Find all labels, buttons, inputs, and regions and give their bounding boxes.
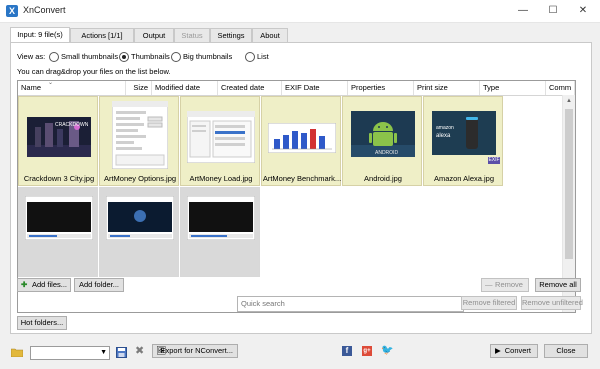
media-player-thumbnail xyxy=(25,196,93,240)
convert-icon: ▶ xyxy=(495,346,501,355)
svg-text:amazon: amazon xyxy=(436,125,454,131)
file-tile-artmoney-options[interactable]: ArtMoney Options.jpg xyxy=(99,96,179,186)
drag-drop-hint: You can drag&drop your files on the list… xyxy=(17,67,171,76)
benchmark-chart-thumbnail xyxy=(268,123,336,153)
folder-icon[interactable] xyxy=(11,347,23,357)
remove-button: — Remove xyxy=(481,278,529,292)
quick-search-input[interactable] xyxy=(237,296,464,312)
file-tile-android[interactable]: ANDROID Android.jpg xyxy=(342,96,422,186)
radio-list[interactable] xyxy=(245,52,255,62)
radio-thumbnails-label[interactable]: Thumbnails xyxy=(131,52,170,61)
tab-actions[interactable]: Actions [1/1] xyxy=(70,28,134,42)
tab-output[interactable]: Output xyxy=(134,28,174,42)
radio-list-label[interactable]: List xyxy=(257,52,269,61)
remove-unfiltered-button: Remove unfiltered xyxy=(521,296,583,310)
radio-thumbnails[interactable] xyxy=(119,52,129,62)
twitter-icon[interactable]: 🐦 xyxy=(381,345,393,356)
column-type[interactable]: Type xyxy=(480,81,546,95)
game-city-thumbnail: CRACKDOWN xyxy=(27,117,91,157)
add-files-label: Add files... xyxy=(31,280,67,289)
file-tile-artmoney-load[interactable]: ArtMoney Load.jpg xyxy=(180,96,260,186)
file-list-header: Name Size Modified date Created date EXI… xyxy=(18,81,575,96)
hot-folders-button[interactable]: Hot folders... xyxy=(17,316,67,330)
remove-filtered-button: Remove filtered xyxy=(461,296,517,310)
delete-x-icon[interactable]: ✖ xyxy=(135,344,144,357)
remove-all-button[interactable]: Remove all xyxy=(535,278,581,292)
media-player-thumbnail xyxy=(106,196,174,240)
column-created-date[interactable]: Created date xyxy=(218,81,282,95)
maximize-button[interactable]: ☐ xyxy=(538,0,568,22)
google-plus-icon[interactable]: g+ xyxy=(362,346,372,356)
svg-text:CRACKDOWN: CRACKDOWN xyxy=(55,122,89,128)
file-tile-media-2[interactable] xyxy=(99,187,179,277)
column-size[interactable]: Size xyxy=(126,81,152,95)
sort-chevron-icon: ⌄ xyxy=(48,80,54,86)
scrollbar-thumb[interactable] xyxy=(565,109,573,259)
media-player-thumbnail xyxy=(187,196,255,240)
chevron-down-icon: ▼ xyxy=(100,349,107,356)
remove-minus-icon: — xyxy=(485,280,493,289)
column-print-size[interactable]: Print size xyxy=(414,81,480,95)
add-folder-button[interactable]: Add folder... xyxy=(74,278,124,292)
file-tile-media-1[interactable] xyxy=(18,187,98,277)
column-comment[interactable]: Comm xyxy=(546,81,575,95)
convert-button[interactable]: ▶ Convert xyxy=(490,344,538,358)
radio-big-thumbnails[interactable] xyxy=(171,52,181,62)
load-dialog-thumbnail xyxy=(187,111,255,163)
file-name: ArtMoney Options.jpg xyxy=(103,174,177,183)
close-window-button[interactable]: ✕ xyxy=(568,0,598,22)
column-modified-date[interactable]: Modified date xyxy=(152,81,218,95)
title-bar: X XnConvert — ☐ ✕ xyxy=(0,0,600,23)
facebook-icon[interactable]: f xyxy=(342,346,352,356)
save-icon[interactable] xyxy=(116,347,127,358)
file-tile-crackdown[interactable]: CRACKDOWN Crackdown 3 City.jpg xyxy=(18,96,98,186)
exif-badge: EXIF xyxy=(488,157,500,164)
export-nconvert-button[interactable]: 🖼 Export for NConvert... xyxy=(152,344,238,358)
tab-input[interactable]: Input: 9 file(s) xyxy=(10,27,70,42)
radio-big-thumbnails-label[interactable]: Big thumbnails xyxy=(183,52,232,61)
export-icon: 🖼 xyxy=(156,346,167,355)
column-exif-date[interactable]: EXIF Date xyxy=(282,81,348,95)
close-button[interactable]: Close xyxy=(544,344,588,358)
file-name: Amazon Alexa.jpg xyxy=(433,174,495,183)
xnconvert-app-icon: X xyxy=(6,5,18,17)
add-plus-icon: ✚ xyxy=(21,280,28,289)
tab-status: Status xyxy=(174,28,210,42)
view-as-label: View as: xyxy=(17,52,46,61)
options-dialog-thumbnail xyxy=(112,101,168,169)
input-tab-panel: View as: Small thumbnails Thumbnails Big… xyxy=(10,42,592,334)
radio-small-thumbnails-label[interactable]: Small thumbnails xyxy=(61,52,118,61)
window-title: XnConvert xyxy=(23,5,66,15)
file-tile-artmoney-benchmark[interactable]: ArtMoney Benchmark... xyxy=(261,96,341,186)
column-properties[interactable]: Properties xyxy=(348,81,414,95)
android-thumbnail: ANDROID xyxy=(351,111,415,157)
tab-settings[interactable]: Settings xyxy=(210,28,252,42)
scroll-up-arrow-icon[interactable]: ▲ xyxy=(563,95,575,107)
column-name[interactable]: Name xyxy=(18,81,126,95)
file-name: ArtMoney Benchmark... xyxy=(262,174,342,183)
file-tile-media-3[interactable] xyxy=(180,187,260,277)
file-tile-amazon-alexa[interactable]: amazon alexa EXIF Amazon Alexa.jpg xyxy=(423,96,503,186)
svg-text:ANDROID: ANDROID xyxy=(375,150,398,156)
app-window: X XnConvert — ☐ ✕ Input: 9 file(s) Actio… xyxy=(0,0,600,369)
file-name: ArtMoney Load.jpg xyxy=(189,174,253,183)
file-name: Android.jpg xyxy=(364,174,402,183)
file-name: Crackdown 3 City.jpg xyxy=(23,174,95,183)
alexa-device-thumbnail: amazon alexa xyxy=(432,111,496,155)
svg-text:alexa: alexa xyxy=(436,133,451,139)
minimize-button[interactable]: — xyxy=(508,0,538,22)
tab-about[interactable]: About xyxy=(252,28,288,42)
convert-label: Convert xyxy=(504,346,531,355)
add-files-button[interactable]: ✚ Add files... xyxy=(17,278,71,292)
bottom-toolbar: ▼ ✖ 🖼 Export for NConvert... f g+ 🐦 ▶ Co… xyxy=(0,338,600,369)
export-label: Export for NConvert... xyxy=(160,346,233,355)
radio-small-thumbnails[interactable] xyxy=(49,52,59,62)
preset-dropdown[interactable]: ▼ xyxy=(30,346,110,360)
